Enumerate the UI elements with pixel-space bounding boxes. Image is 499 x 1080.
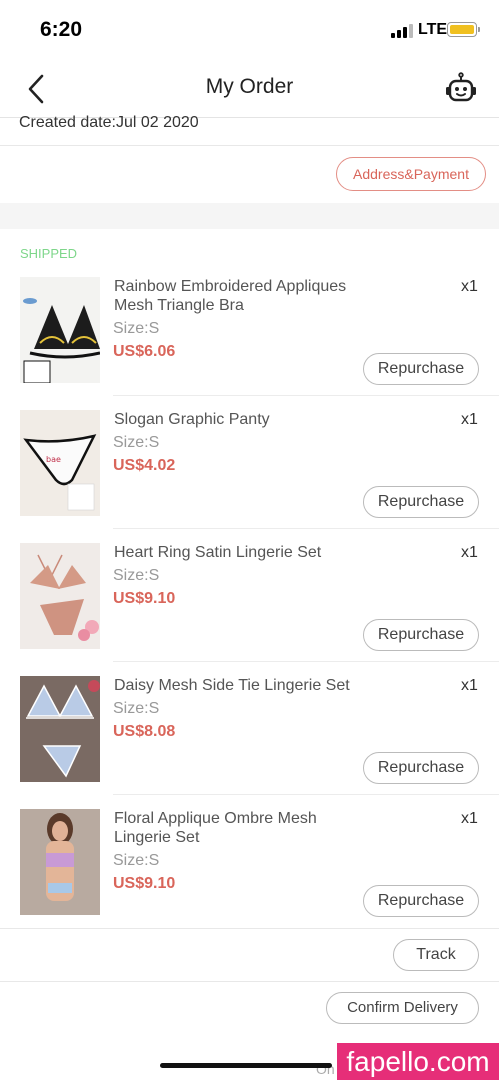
status-time: 6:20 (40, 18, 83, 41)
product-image[interactable] (20, 676, 100, 782)
product-price: US$9.10 (113, 590, 176, 607)
network-label: LTE (418, 21, 448, 38)
order-item[interactable]: Rainbow Embroidered Appliques Mesh Trian… (0, 277, 499, 410)
product-qty: x1 (461, 411, 478, 428)
page-title: My Order (205, 75, 294, 98)
product-name[interactable]: Heart Ring Satin Lingerie Set (114, 543, 376, 562)
created-date: Created date:Jul 02 2020 (19, 114, 199, 131)
track-button[interactable]: Track (393, 939, 479, 971)
daisy-set-photo (20, 676, 100, 782)
product-image[interactable] (20, 277, 100, 383)
model-photo (20, 809, 100, 915)
product-size: Size:S (113, 434, 160, 451)
divider (0, 981, 499, 982)
address-payment-button[interactable]: Address&Payment (336, 157, 486, 191)
battery-tip (478, 27, 480, 32)
product-price: US$8.08 (113, 723, 176, 740)
signal-icon (391, 24, 413, 38)
home-indicator[interactable] (160, 1063, 332, 1068)
product-name[interactable]: Rainbow Embroidered Appliques Mesh Trian… (114, 277, 376, 315)
bra-photo (20, 277, 100, 383)
product-size: Size:S (113, 852, 160, 869)
product-price: US$6.06 (113, 343, 176, 360)
product-size: Size:S (113, 320, 160, 337)
product-name[interactable]: Slogan Graphic Panty (114, 410, 376, 429)
product-qty: x1 (461, 278, 478, 295)
order-item[interactable]: Daisy Mesh Side Tie Lingerie Set Size:S … (0, 676, 499, 809)
robot-icon (446, 72, 476, 102)
product-qty: x1 (461, 677, 478, 694)
order-item[interactable]: Floral Applique Ombre Mesh Lingerie Set … (0, 809, 499, 942)
repurchase-button[interactable]: Repurchase (363, 752, 479, 784)
product-size: Size:S (113, 700, 160, 717)
section-gap (0, 203, 499, 229)
product-image[interactable]: bae (20, 410, 100, 516)
product-qty: x1 (461, 810, 478, 827)
item-divider (113, 661, 499, 662)
order-item[interactable]: Heart Ring Satin Lingerie Set Size:S US$… (0, 543, 499, 676)
product-image[interactable] (20, 543, 100, 649)
status-label: SHIPPED (20, 246, 78, 261)
product-price: US$4.02 (113, 457, 176, 474)
item-divider (113, 794, 499, 795)
order-item[interactable]: bae Slogan Graphic Panty Size:S US$4.02 … (0, 410, 499, 543)
panty-photo: bae (20, 410, 100, 516)
divider (0, 928, 499, 929)
battery-icon (447, 22, 477, 37)
product-qty: x1 (461, 544, 478, 561)
watermark: fapello.com (337, 1043, 499, 1080)
svg-text:bae: bae (46, 455, 61, 464)
confirm-delivery-button[interactable]: Confirm Delivery (326, 992, 479, 1024)
support-button[interactable] (444, 71, 478, 105)
item-divider (113, 395, 499, 396)
product-name[interactable]: Daisy Mesh Side Tie Lingerie Set (114, 676, 376, 695)
repurchase-button[interactable]: Repurchase (363, 353, 479, 385)
satin-set-photo (20, 543, 100, 649)
divider (0, 145, 499, 146)
repurchase-button[interactable]: Repurchase (363, 486, 479, 518)
item-divider (113, 528, 499, 529)
product-image[interactable] (20, 809, 100, 915)
product-name[interactable]: Floral Applique Ombre Mesh Lingerie Set (114, 809, 376, 847)
repurchase-button[interactable]: Repurchase (363, 619, 479, 651)
product-price: US$9.10 (113, 875, 176, 892)
repurchase-button[interactable]: Repurchase (363, 885, 479, 917)
product-size: Size:S (113, 567, 160, 584)
